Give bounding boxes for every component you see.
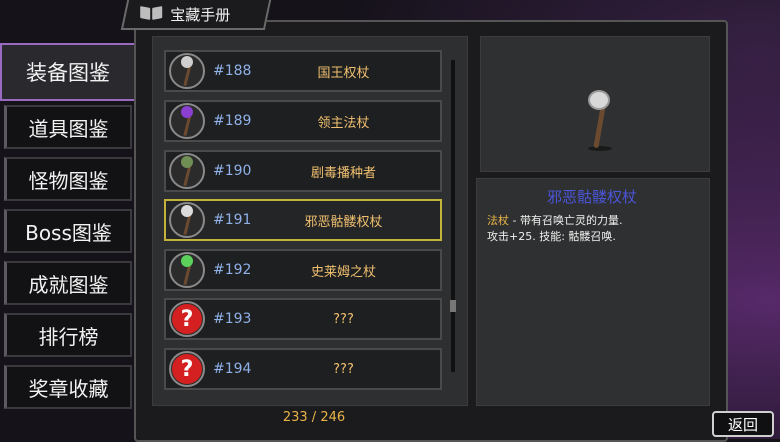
title-tab: 宝藏手册: [120, 0, 272, 30]
item-title: 邪恶骷髅权杖: [546, 188, 637, 206]
item-description: 法杖 - 带有召唤亡灵的力量. 攻击+25. 技能: 骷髅召唤.: [487, 213, 702, 245]
item-name: ???: [333, 311, 354, 327]
sidebar-item-leaderboard[interactable]: 排行榜: [4, 313, 132, 357]
list-item[interactable]: #189 领主法杖: [164, 100, 442, 142]
item-number: #188: [213, 63, 252, 79]
book-icon: [140, 7, 162, 21]
vine-staff-icon: [177, 156, 197, 187]
list-item[interactable]: #188 国王权杖: [164, 50, 442, 92]
sidebar-item-achievements[interactable]: 成就图鉴: [4, 261, 132, 305]
item-name: 史莱姆之杖: [310, 264, 376, 280]
item-slot: [169, 103, 205, 139]
scrollbar-thumb[interactable]: [450, 300, 456, 312]
item-number: #189: [213, 113, 252, 129]
sidebar-item-monsters[interactable]: 怪物图鉴: [4, 157, 132, 201]
back-button[interactable]: 返回: [712, 411, 774, 437]
slime-staff-icon: [177, 255, 197, 286]
unknown-icon: ?: [172, 354, 202, 384]
item-slot: [169, 202, 205, 238]
skull-staff-preview-icon: [584, 86, 614, 152]
sidebar-item-medals[interactable]: 奖章收藏: [4, 365, 132, 409]
item-number: #191: [213, 212, 252, 228]
collection-counter: 233 / 246: [282, 410, 346, 425]
page-title: 宝藏手册: [170, 5, 231, 24]
sidebar-item-boss[interactable]: Boss图鉴: [4, 209, 132, 253]
unknown-icon: ?: [172, 304, 202, 334]
item-slot: [169, 252, 205, 288]
item-number: #190: [213, 163, 252, 179]
back-label: 返回: [727, 415, 758, 434]
skull-staff-icon: [177, 56, 197, 87]
item-number: #194: [213, 361, 252, 377]
scrollbar-track[interactable]: [451, 60, 455, 372]
sidebar-item-items[interactable]: 道具图鉴: [4, 105, 132, 149]
item-name: ???: [333, 361, 354, 377]
item-slot: [169, 53, 205, 89]
list-item[interactable]: ? #193 ???: [164, 298, 442, 340]
item-name: 邪恶骷髅权杖: [304, 214, 383, 230]
item-desc-line2: 攻击+25. 技能: 骷髅召唤.: [487, 230, 616, 243]
item-category: 法杖: [487, 214, 509, 227]
item-desc-line1: - 带有召唤亡灵的力量.: [509, 214, 623, 227]
item-slot: ?: [169, 351, 205, 387]
list-item[interactable]: #192 史莱姆之杖: [164, 249, 442, 291]
item-slot: ?: [169, 301, 205, 337]
list-item[interactable]: #190 剧毒播种者: [164, 150, 442, 192]
sidebar-item-equipment[interactable]: 装备图鉴: [0, 43, 134, 101]
item-list-panel: #188 国王权杖 #189 领主法杖 #190 剧毒播种者 #191 邪恶骷髅…: [152, 36, 468, 406]
purple-staff-icon: [177, 106, 197, 137]
list-item[interactable]: ? #194 ???: [164, 348, 442, 390]
item-name: 国王权杖: [317, 65, 370, 81]
item-number: #192: [213, 262, 252, 278]
item-name: 剧毒播种者: [310, 165, 376, 181]
skull-staff-icon: [177, 205, 197, 236]
list-item-selected[interactable]: #191 邪恶骷髅权杖: [164, 199, 442, 241]
item-number: #193: [213, 311, 252, 327]
item-slot: [169, 153, 205, 189]
item-name: 领主法杖: [317, 115, 370, 131]
